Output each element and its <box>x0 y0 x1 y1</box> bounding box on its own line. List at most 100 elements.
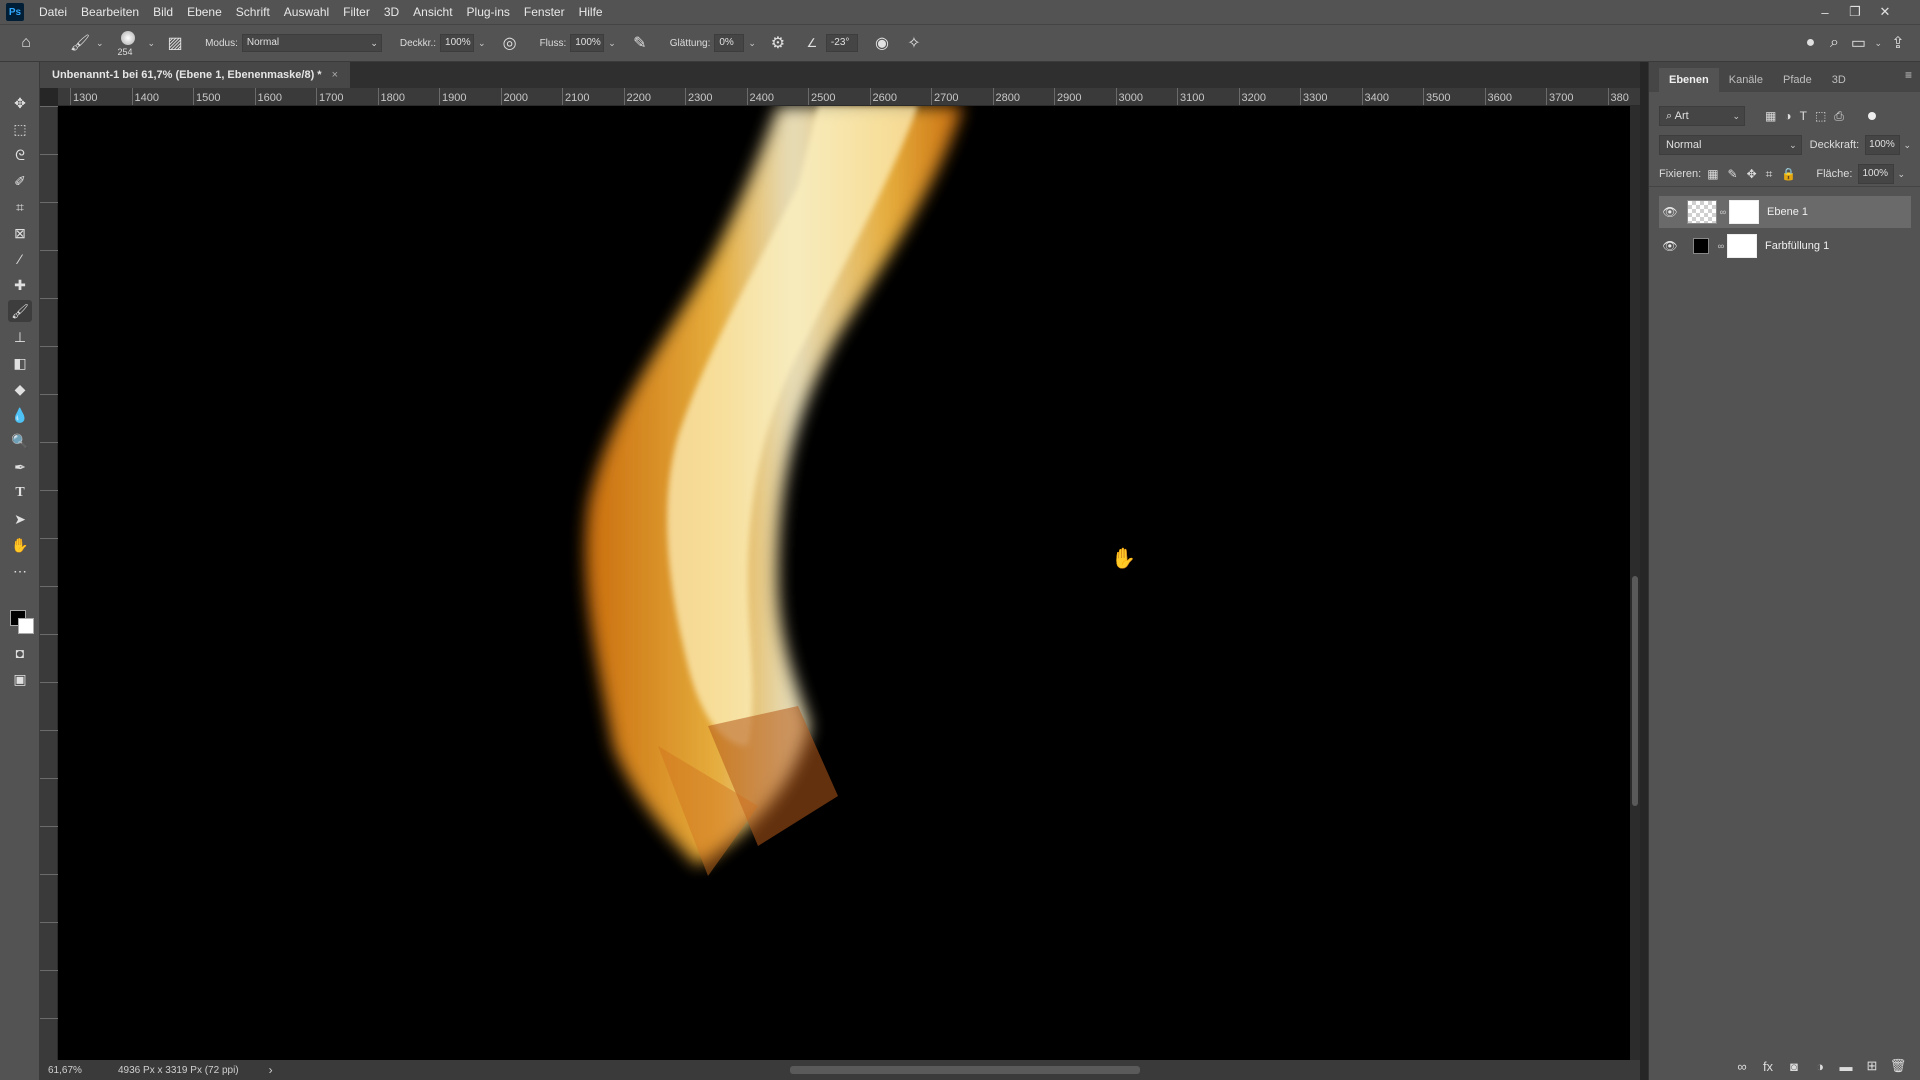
brush-size-picker[interactable]: 254 <box>114 28 144 58</box>
chevron-down-icon[interactable]: ⌄ <box>148 38 156 49</box>
lock-image-icon[interactable]: ✎ <box>1728 167 1738 182</box>
quick-selection-tool-icon[interactable]: ✐ <box>8 170 32 192</box>
trash-icon[interactable]: 🗑 <box>1885 1058 1911 1074</box>
lock-artboard-icon[interactable]: ⌗ <box>1766 167 1773 182</box>
close-window-button[interactable]: ✕ <box>1870 4 1900 20</box>
vertical-scroll-thumb[interactable] <box>1632 576 1638 806</box>
fx-icon[interactable]: fx <box>1755 1059 1781 1074</box>
vertical-scrollbar[interactable] <box>1630 106 1640 1060</box>
workspace-icon[interactable]: ▭ <box>1846 31 1870 55</box>
pressure-size-icon[interactable]: ◉ <box>870 31 894 55</box>
menu-item[interactable]: Fenster <box>517 0 572 24</box>
angle-input[interactable]: -23° <box>825 34 858 52</box>
stamp-tool-icon[interactable]: ⊥ <box>8 326 32 348</box>
filter-toggle-icon[interactable] <box>1867 112 1876 120</box>
lock-all-icon[interactable]: 🔒 <box>1781 167 1796 182</box>
layer-opacity-input[interactable]: 100% <box>1865 135 1901 155</box>
paint-bucket-tool-icon[interactable]: ◆ <box>8 378 32 400</box>
layer-filter-select[interactable]: ⌕ Art ⌄ <box>1659 106 1745 126</box>
blend-mode-select[interactable]: Normal ⌄ <box>1659 135 1802 155</box>
brush-tool-preset-icon[interactable]: 🖌 <box>68 31 92 55</box>
user-icon[interactable]: ● <box>1798 31 1822 55</box>
dodge-tool-icon[interactable]: 🔍 <box>8 430 32 452</box>
lasso-tool-icon[interactable]: ᘓ <box>8 144 32 166</box>
chevron-down-icon[interactable]: ⌄ <box>748 38 756 49</box>
link-icon[interactable]: ∞ <box>1715 241 1727 251</box>
share-icon[interactable]: ⇪ <box>1886 31 1910 55</box>
menu-item[interactable]: Hilfe <box>572 0 610 24</box>
quick-mask-icon[interactable]: ◘ <box>8 642 32 664</box>
new-layer-icon[interactable]: ⊞ <box>1859 1058 1885 1074</box>
lock-position-icon[interactable]: ✥ <box>1747 167 1757 182</box>
gear-icon[interactable]: ⚙ <box>766 31 790 55</box>
chevron-down-icon[interactable]: ⌄ <box>1874 38 1882 49</box>
hand-tool-icon[interactable]: ✋ <box>8 534 32 556</box>
filter-smartobject-icon[interactable]: ⎙ <box>1834 109 1844 124</box>
airbrush-icon[interactable]: ✎ <box>628 31 652 55</box>
link-layers-icon[interactable]: ∞ <box>1729 1059 1755 1074</box>
more-tools-icon[interactable]: ⋯ <box>8 560 32 582</box>
fill-input[interactable]: 100% <box>1858 164 1895 184</box>
add-mask-icon[interactable]: ◙ <box>1781 1059 1807 1074</box>
menu-item[interactable]: Ansicht <box>406 0 459 24</box>
horizontal-scroll-thumb[interactable] <box>790 1066 1140 1074</box>
menu-item[interactable]: Schrift <box>229 0 277 24</box>
panel-tab[interactable]: Ebenen <box>1659 68 1719 92</box>
chevron-down-icon[interactable]: ⌄ <box>1903 140 1911 151</box>
filter-adjustment-icon[interactable]: ◑ <box>1784 109 1791 124</box>
status-info-arrow-icon[interactable]: › <box>269 1063 273 1077</box>
layer-name[interactable]: Farbfüllung 1 <box>1765 240 1829 252</box>
fill-color-thumbnail[interactable] <box>1693 238 1709 254</box>
menu-item[interactable]: Datei <box>32 0 74 24</box>
panel-tab[interactable]: Pfade <box>1773 68 1822 92</box>
crop-tool-icon[interactable]: ⌗ <box>8 196 32 218</box>
brush-tool-icon[interactable]: 🖌 <box>8 300 32 322</box>
blur-tool-icon[interactable]: 💧 <box>8 404 32 426</box>
deckkraft-input[interactable]: 100% <box>440 34 475 52</box>
frame-tool-icon[interactable]: ⊠ <box>8 222 32 244</box>
move-tool-icon[interactable]: ✥ <box>8 92 32 114</box>
layer-name[interactable]: Ebene 1 <box>1767 206 1808 218</box>
document-tab[interactable]: Unbenannt-1 bei 61,7% (Ebene 1, Ebenenma… <box>40 62 351 88</box>
menu-item[interactable]: Filter <box>336 0 377 24</box>
filter-shape-icon[interactable]: ⬚ <box>1815 109 1826 124</box>
zoom-level[interactable]: 61,67% <box>48 1065 108 1076</box>
eraser-tool-icon[interactable]: ◧ <box>8 352 32 374</box>
panel-tab[interactable]: Kanäle <box>1719 68 1773 92</box>
layer-row[interactable]: 👁 ∞ Ebene 1 <box>1659 196 1911 228</box>
layer-mask-thumbnail[interactable] <box>1727 234 1757 258</box>
pen-tool-icon[interactable]: ✒ <box>8 456 32 478</box>
document-canvas[interactable]: ✋ <box>58 106 1630 1060</box>
chevron-down-icon[interactable]: ⌄ <box>1897 169 1905 180</box>
layer-row[interactable]: 👁 ∞ Farbfüllung 1 <box>1659 230 1911 262</box>
menu-item[interactable]: Auswahl <box>277 0 336 24</box>
type-tool-icon[interactable]: T <box>8 482 32 504</box>
modus-select[interactable]: Normal ⌄ <box>241 34 382 52</box>
screen-mode-icon[interactable]: ▣ <box>8 668 32 690</box>
layer-thumbnail[interactable] <box>1687 200 1717 224</box>
background-color-swatch[interactable] <box>18 618 34 634</box>
brush-settings-panel-icon[interactable]: ▨ <box>163 31 187 55</box>
adjustment-layer-icon[interactable]: ◑ <box>1807 1059 1833 1074</box>
menu-item[interactable]: Plug-ins <box>460 0 517 24</box>
menu-item[interactable]: Bearbeiten <box>74 0 146 24</box>
chevron-down-icon[interactable]: ⌄ <box>96 38 104 49</box>
photoshop-logo-icon[interactable]: Ps <box>6 3 24 21</box>
lock-transparent-icon[interactable]: ▦ <box>1707 167 1718 182</box>
menu-item[interactable]: 3D <box>377 0 406 24</box>
new-group-icon[interactable]: ▬ <box>1833 1059 1859 1074</box>
eye-icon[interactable]: 👁 <box>1659 205 1681 219</box>
path-selection-tool-icon[interactable]: ➤ <box>8 508 32 530</box>
link-icon[interactable]: ∞ <box>1717 207 1729 217</box>
vertical-ruler[interactable] <box>40 106 58 1060</box>
pressure-opacity-icon[interactable]: ◎ <box>498 31 522 55</box>
eye-icon[interactable]: 👁 <box>1659 239 1681 253</box>
layer-mask-thumbnail[interactable] <box>1729 200 1759 224</box>
marquee-tool-icon[interactable]: ⬚ <box>8 118 32 140</box>
home-icon[interactable]: ⌂ <box>14 31 38 55</box>
chevron-down-icon[interactable]: ⌄ <box>608 38 616 49</box>
chevron-down-icon[interactable]: ⌄ <box>478 38 486 49</box>
minimize-button[interactable]: – <box>1810 5 1840 20</box>
filter-pixel-icon[interactable]: ▦ <box>1765 109 1776 124</box>
search-icon[interactable]: ⌕ <box>1822 31 1846 55</box>
